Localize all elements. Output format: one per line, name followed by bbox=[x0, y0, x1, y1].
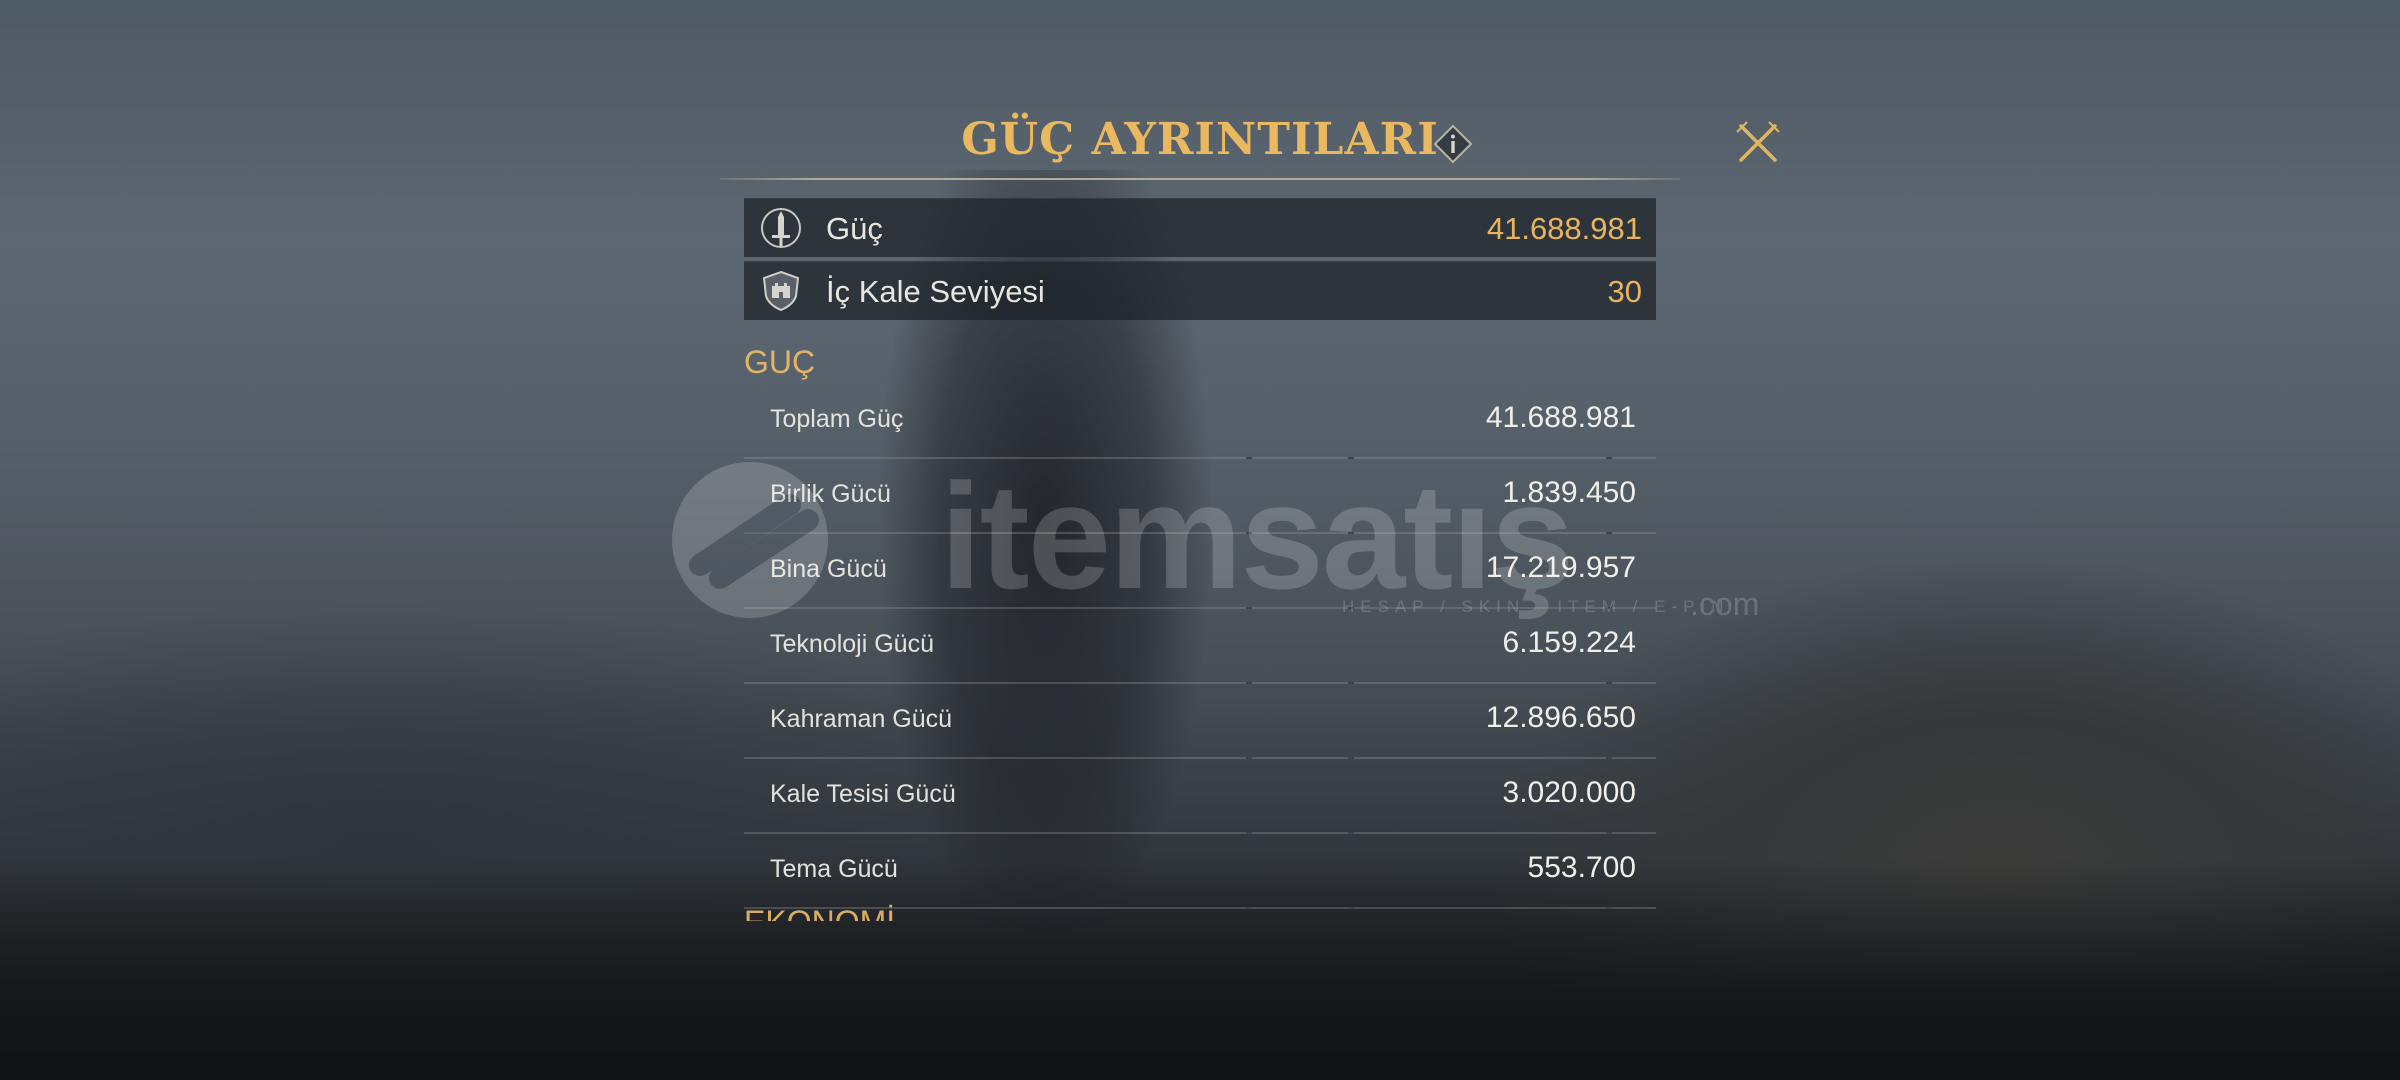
stat-value: 17.219.957 bbox=[1485, 551, 1636, 584]
stat-row-building-power: Bina Gücü 17.219.957 bbox=[744, 534, 1656, 609]
section-title-economy-text: EKONOMİ bbox=[744, 904, 895, 921]
stat-label: Tema Gücü bbox=[770, 855, 898, 883]
stat-label: Birlik Gücü bbox=[770, 480, 891, 508]
section-title-power: GUÇ bbox=[744, 344, 816, 380]
summary-row-castle-level: İç Kale Seviyesi 30 bbox=[744, 261, 1656, 320]
stat-label: Teknoloji Gücü bbox=[770, 630, 934, 658]
stat-value: 6.159.224 bbox=[1502, 626, 1636, 659]
stat-value: 553.700 bbox=[1527, 851, 1636, 884]
stat-row-technology-power: Teknoloji Gücü 6.159.224 bbox=[744, 609, 1656, 684]
summary-row-power: Güç 41.688.981 bbox=[744, 198, 1656, 257]
page-title: GÜÇ AYRINTILARI bbox=[961, 114, 1439, 165]
power-details-panel: Güç 41.688.981 İç Kale Seviyesi 30 GUÇ T… bbox=[744, 198, 1656, 909]
stat-row-theme-power: Tema Gücü 553.700 bbox=[744, 834, 1656, 909]
stat-value: 41.688.981 bbox=[1485, 401, 1636, 434]
stat-label: Kale Tesisi Gücü bbox=[770, 780, 956, 808]
close-button[interactable] bbox=[1735, 120, 1781, 166]
summary-value: 41.688.981 bbox=[1486, 211, 1642, 246]
stat-row-castle-facility-power: Kale Tesisi Gücü 3.020.000 bbox=[744, 759, 1656, 834]
stat-value: 1.839.450 bbox=[1502, 476, 1636, 509]
title-divider bbox=[720, 178, 1680, 180]
stat-row-total-power: Toplam Güç 41.688.981 bbox=[744, 384, 1656, 459]
stat-row-troop-power: Birlik Gücü 1.839.450 bbox=[744, 459, 1656, 534]
stat-label: Bina Gücü bbox=[770, 555, 887, 583]
close-icon bbox=[1736, 121, 1780, 162]
stat-label: Toplam Güç bbox=[770, 405, 904, 433]
info-icon[interactable] bbox=[1433, 124, 1473, 164]
dialog-header: GÜÇ AYRINTILARI bbox=[720, 108, 1680, 184]
stat-row-hero-power: Kahraman Gücü 12.896.650 bbox=[744, 684, 1656, 759]
summary-label: İç Kale Seviyesi bbox=[826, 274, 1045, 309]
power-sword-icon bbox=[760, 207, 802, 249]
stat-label: Kahraman Gücü bbox=[770, 705, 953, 733]
castle-shield-icon bbox=[760, 270, 802, 312]
game-screen: GÜÇ AYRINTILARI Güç 41.688.981 İç Kale S… bbox=[0, 0, 2400, 1080]
stat-value: 12.896.650 bbox=[1485, 701, 1636, 734]
summary-value: 30 bbox=[1607, 274, 1642, 309]
section-title-economy: EKONOMİ bbox=[744, 903, 1656, 921]
stat-value: 3.020.000 bbox=[1502, 776, 1636, 809]
summary-label: Güç bbox=[826, 211, 883, 246]
